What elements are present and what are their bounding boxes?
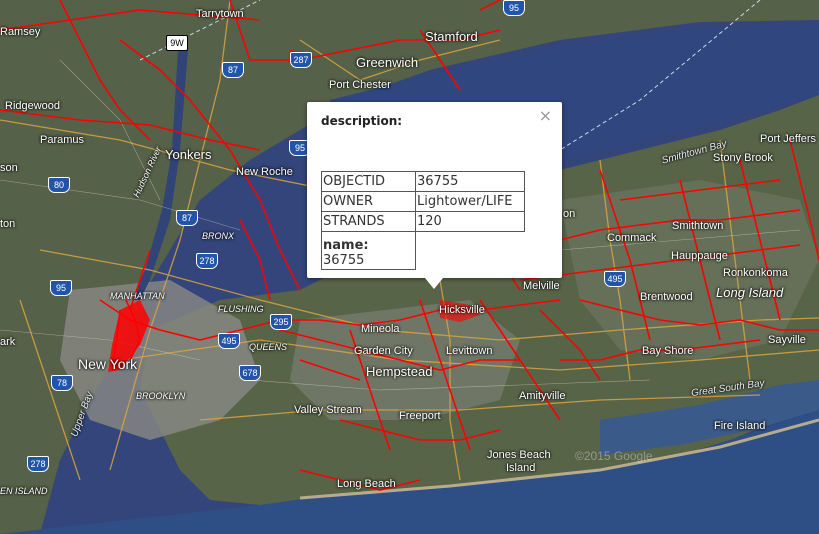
map-label-garden-city: Garden City	[354, 345, 413, 357]
route-shield-278: 278	[27, 456, 49, 472]
attribute-key: STRANDS	[321, 211, 416, 232]
route-shield-80: 80	[48, 177, 70, 193]
name-value: 36755	[323, 253, 365, 268]
route-shield-495: 495	[604, 271, 626, 287]
map-label-new-rochelle: New Roche	[236, 166, 293, 178]
route-shield-87: 87	[222, 62, 244, 78]
map-label-smithtown: Smithtown	[672, 220, 724, 232]
map-label-valley-stream: Valley Stream	[294, 404, 362, 416]
empty-cell	[416, 232, 525, 270]
map-label-son: son	[0, 162, 18, 174]
map-label-en-island: EN ISLAND	[0, 486, 48, 496]
close-icon[interactable]: ×	[539, 108, 552, 124]
map-label-hicksville: Hicksville	[439, 304, 485, 316]
route-shield-678: 678	[239, 365, 261, 381]
map-label-flushing: FLUSHING	[218, 304, 264, 314]
attribute-value: 120	[415, 211, 525, 232]
map-label-bay-shore: Bay Shore	[642, 345, 694, 357]
map-label-manhattan: MANHATTAN	[110, 291, 165, 301]
map-label-brooklyn: BROOKLYN	[136, 391, 186, 401]
table-row: OWNER Lightower/LIFE	[321, 191, 525, 212]
table-row: OBJECTID 36755	[321, 171, 525, 192]
map-label-hempstead: Hempstead	[366, 364, 433, 379]
map-label-queens: QUEENS	[249, 342, 288, 352]
map-label-sayville: Sayville	[768, 334, 806, 346]
route-shield-9w: 9W	[166, 35, 188, 51]
map-label-new-york: New York	[78, 356, 138, 372]
route-shield-495: 495	[218, 333, 240, 349]
attribute-table: OBJECTID 36755 OWNER Lightower/LIFE STRA…	[321, 171, 525, 270]
map-label-fire-island: Fire Island	[714, 420, 766, 432]
map-label-tarrytown: Tarrytown	[196, 8, 244, 20]
route-shield-287: 287	[290, 52, 312, 68]
map-label-hauppauge: Hauppauge	[671, 250, 728, 262]
map-label-freeport: Freeport	[399, 410, 441, 422]
map-label-mineola: Mineola	[361, 323, 400, 335]
route-shield-295: 295	[270, 314, 292, 330]
route-shield-87: 87	[176, 210, 198, 226]
route-shield-95: 95	[503, 0, 525, 16]
map-label-on: on	[563, 208, 576, 220]
attribute-key: OWNER	[321, 191, 416, 212]
map-label-stamford: Stamford	[425, 29, 478, 44]
name-cell: name: 36755	[321, 231, 416, 270]
map-watermark: ©2015 Google	[575, 449, 653, 463]
attribute-key: OBJECTID	[321, 171, 416, 192]
attribute-value: Lightower/LIFE	[415, 191, 525, 212]
map-label-stony-brook: Stony Brook	[713, 152, 773, 164]
map-label-commack: Commack	[607, 232, 657, 244]
map-label-bronx: BRONX	[202, 231, 235, 241]
map-label-levittown: Levittown	[446, 345, 493, 357]
route-shield-95: 95	[50, 280, 72, 296]
map-label-brentwood: Brentwood	[640, 291, 693, 303]
map-label-ramsey: Ramsey	[0, 26, 41, 38]
map-label-yonkers: Yonkers	[165, 147, 212, 162]
map-label-paramus: Paramus	[40, 134, 85, 146]
name-label: name:	[323, 238, 369, 253]
map-label-island: Island	[506, 462, 536, 474]
map-label-ton: ton	[0, 218, 16, 230]
name-row: name: 36755	[321, 231, 525, 270]
map-label-amityville: Amityville	[519, 390, 566, 402]
map-label-ark: ark	[0, 336, 16, 348]
route-shield-278: 278	[196, 253, 218, 269]
feature-info-popup: × description: OBJECTID 36755 OWNER Ligh…	[307, 102, 562, 289]
popup-pointer	[425, 278, 443, 289]
map-label-greenwich: Greenwich	[356, 55, 419, 70]
map-label-long-island: Long Island	[716, 285, 784, 300]
map-label-melville: Melville	[523, 280, 560, 292]
map-label-ridgewood: Ridgewood	[5, 100, 61, 112]
map-label-jones-beach: Jones Beach	[487, 449, 551, 461]
map-label-long-beach: Long Beach	[337, 478, 396, 490]
route-shield-78: 78	[51, 375, 73, 391]
description-label: description:	[321, 114, 403, 128]
attribute-value: 36755	[415, 171, 525, 192]
map-label-ronkonkoma: Ronkonkoma	[723, 267, 788, 279]
map-label-port-jeffers: Port Jeffers	[760, 133, 817, 145]
table-row: STRANDS 120	[321, 211, 525, 232]
map-label-port-chester: Port Chester	[329, 79, 391, 91]
